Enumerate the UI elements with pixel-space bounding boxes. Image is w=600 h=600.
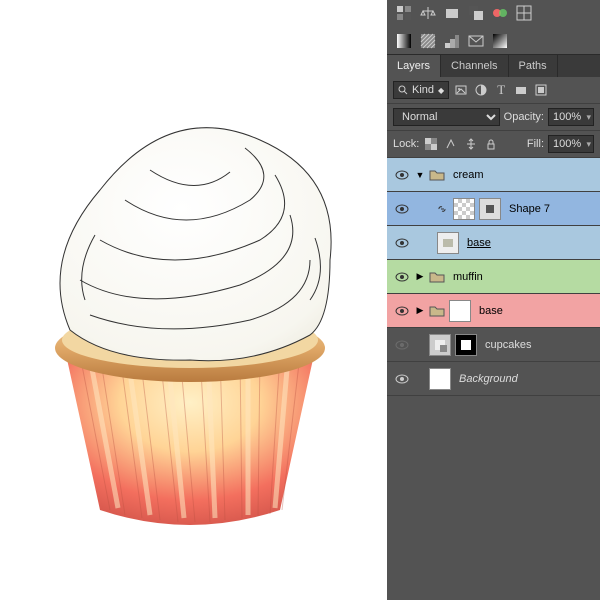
swatches-icon[interactable]: [395, 4, 413, 22]
layer-filter-row: Kind ◆ T: [387, 77, 600, 104]
kind-filter[interactable]: Kind ◆: [393, 81, 449, 99]
options-toolbar: [387, 0, 600, 55]
layer-name: Shape 7: [509, 203, 550, 215]
folder-icon: [429, 270, 445, 284]
overlap-icon[interactable]: [467, 4, 485, 22]
layer-name: base: [467, 237, 491, 249]
chevron-right-icon[interactable]: ▶: [415, 305, 425, 316]
mask-thumbnail: [455, 334, 477, 356]
envelope-icon[interactable]: [467, 32, 485, 50]
layer-background[interactable]: Background: [387, 362, 600, 396]
search-icon: [398, 85, 408, 95]
filter-adjust-icon[interactable]: [473, 82, 489, 98]
fill-label: Fill:: [527, 138, 544, 150]
layer-thumbnail: [429, 368, 451, 390]
layer-name: cupcakes: [485, 339, 531, 351]
cupcake-artwork: [10, 90, 370, 530]
visibility-icon[interactable]: [393, 200, 411, 218]
lock-row: Lock: Fill: 100%▾: [387, 131, 600, 158]
kind-label: Kind: [412, 84, 434, 96]
layer-cupcakes[interactable]: cupcakes: [387, 328, 600, 362]
layer-thumbnail: [453, 198, 475, 220]
layer-shape7[interactable]: Shape 7: [387, 192, 600, 226]
layer-base-cream[interactable]: base: [387, 226, 600, 260]
grid-icon[interactable]: [515, 4, 533, 22]
filter-shape-icon[interactable]: [513, 82, 529, 98]
tab-paths[interactable]: Paths: [509, 55, 558, 77]
layers-list: ▼ cream Shape 7 base ▶ muffin ▶: [387, 158, 600, 600]
chevron-down-icon[interactable]: ▼: [415, 170, 425, 180]
visibility-icon[interactable]: [393, 268, 411, 286]
filter-smart-icon[interactable]: [533, 82, 549, 98]
balance-icon[interactable]: [419, 4, 437, 22]
fill-input[interactable]: 100%▾: [548, 135, 594, 153]
filter-type-icon[interactable]: T: [493, 82, 509, 98]
gradient1-icon[interactable]: [395, 32, 413, 50]
visibility-icon[interactable]: [393, 166, 411, 184]
layer-name: muffin: [453, 271, 483, 283]
layer-group-base[interactable]: ▶ base: [387, 294, 600, 328]
lock-pixels-icon[interactable]: [443, 136, 459, 152]
hatch-icon[interactable]: [419, 32, 437, 50]
layer-group-muffin[interactable]: ▶ muffin: [387, 260, 600, 294]
opacity-input[interactable]: 100%▾: [548, 108, 594, 126]
layer-thumbnail: [437, 232, 459, 254]
tab-layers[interactable]: Layers: [387, 55, 441, 77]
opacity-label: Opacity:: [504, 111, 544, 123]
lock-label: Lock:: [393, 138, 419, 150]
chevron-right-icon[interactable]: ▶: [415, 271, 425, 282]
visibility-icon[interactable]: [393, 234, 411, 252]
blend-row: Normal Opacity: 100%▾: [387, 104, 600, 131]
tab-channels[interactable]: Channels: [441, 55, 508, 77]
smart-thumbnail: [429, 334, 451, 356]
layer-name: Background: [459, 373, 518, 385]
filter-pixel-icon[interactable]: [453, 82, 469, 98]
folder-icon: [429, 168, 445, 182]
link-icon: [435, 202, 449, 216]
circles-icon[interactable]: [491, 4, 509, 22]
visibility-icon[interactable]: [393, 336, 411, 354]
canvas-area: [0, 0, 387, 600]
mask-thumbnail: [479, 198, 501, 220]
panel-tabs: Layers Channels Paths: [387, 55, 600, 77]
gradient2-icon[interactable]: [491, 32, 509, 50]
visibility-icon[interactable]: [393, 370, 411, 388]
lock-all-icon[interactable]: [483, 136, 499, 152]
lock-position-icon[interactable]: [463, 136, 479, 152]
layer-name: base: [479, 305, 503, 317]
rect-icon[interactable]: [443, 4, 461, 22]
mask-thumbnail: [449, 300, 471, 322]
folder-icon: [429, 304, 445, 318]
steps-icon[interactable]: [443, 32, 461, 50]
layers-panel: Layers Channels Paths Kind ◆ T Normal Op…: [387, 0, 600, 600]
layer-group-cream[interactable]: ▼ cream: [387, 158, 600, 192]
blend-mode-select[interactable]: Normal: [393, 108, 500, 126]
visibility-icon[interactable]: [393, 302, 411, 320]
layer-name: cream: [453, 169, 484, 181]
lock-transparent-icon[interactable]: [423, 136, 439, 152]
